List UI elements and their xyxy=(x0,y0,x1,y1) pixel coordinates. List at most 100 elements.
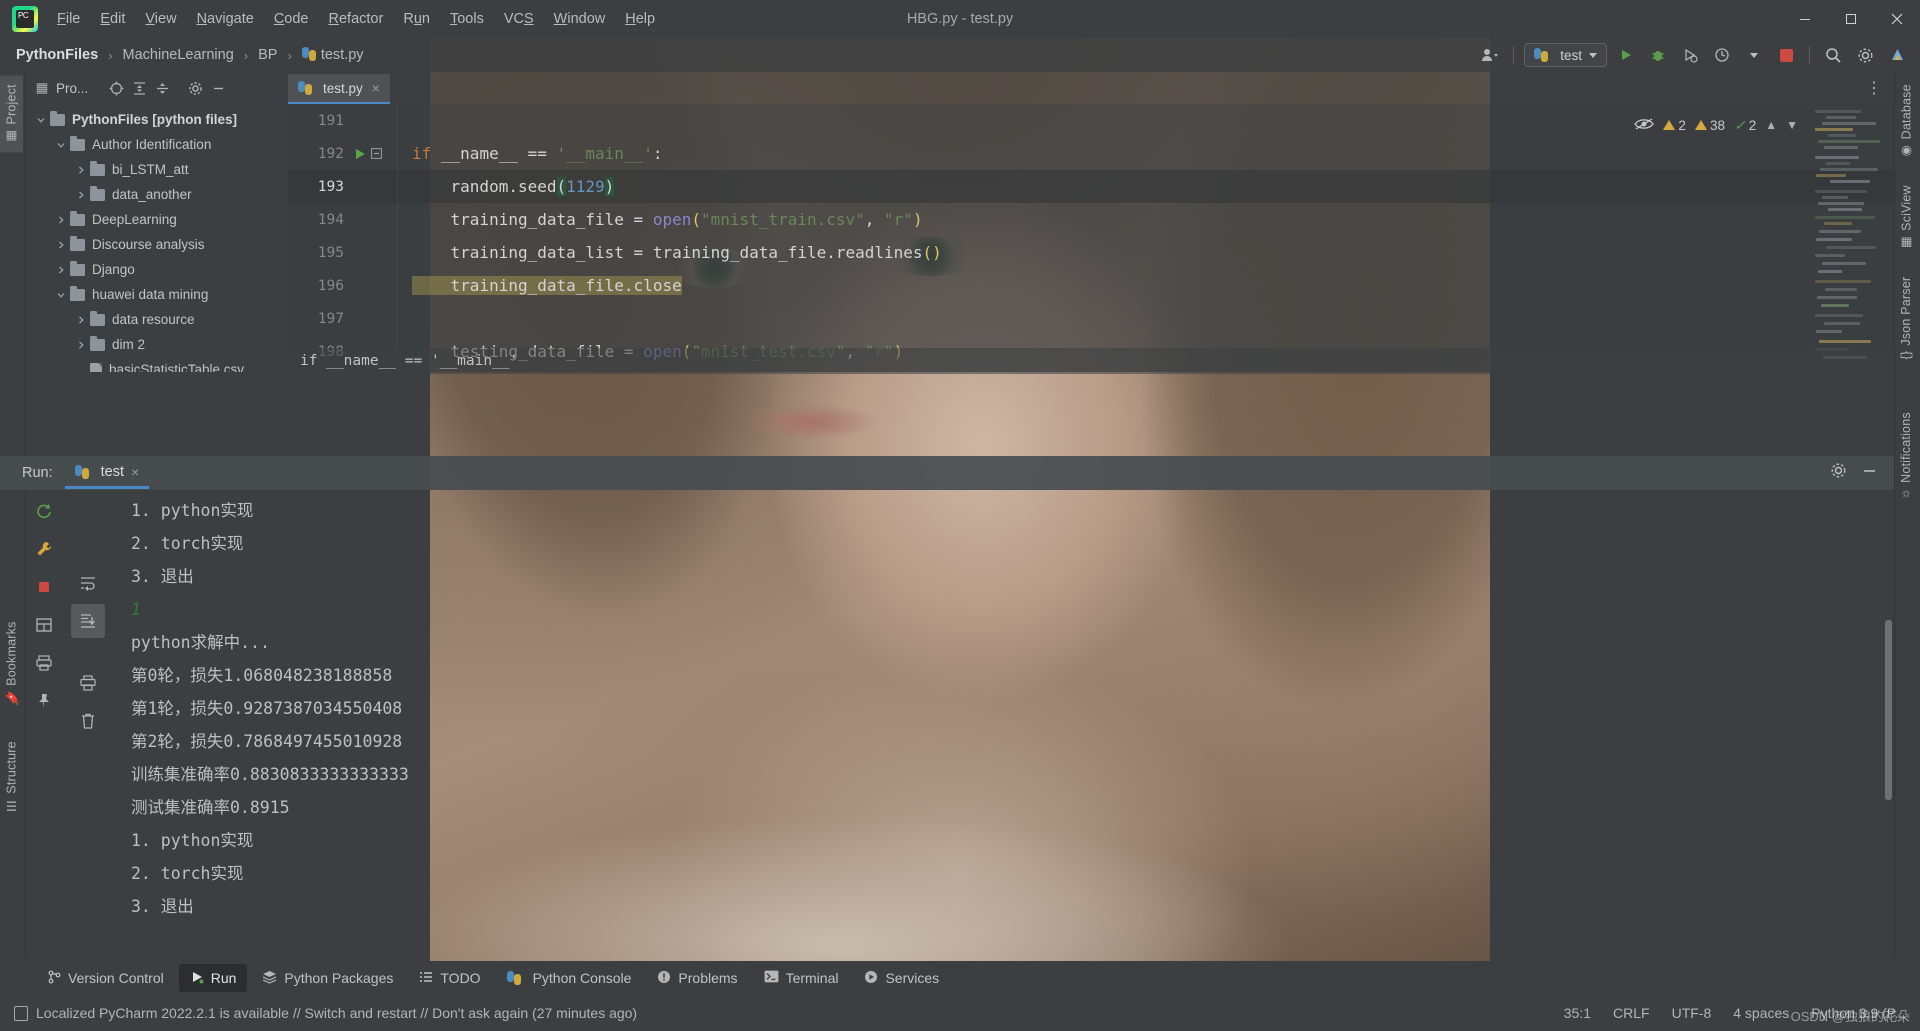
editor-code-area[interactable]: if __name__ == '__main__': random.seed(1… xyxy=(398,104,1894,372)
chevron-right-icon[interactable] xyxy=(54,238,68,252)
code-fold-icon[interactable] xyxy=(368,148,384,159)
chevron-right-icon[interactable] xyxy=(74,163,88,177)
layout-icon[interactable] xyxy=(27,608,61,642)
tree-node[interactable]: Author Identification xyxy=(26,132,288,157)
run-tab-test[interactable]: test × xyxy=(64,457,150,489)
breadcrumb-item-0[interactable]: PythonFiles xyxy=(10,45,104,65)
close-icon[interactable]: × xyxy=(372,80,380,96)
menu-refactor[interactable]: Refactor xyxy=(320,7,393,31)
code-line[interactable]: random.seed(1129) xyxy=(398,170,1894,203)
file-encoding[interactable]: UTF-8 xyxy=(1672,1005,1712,1021)
coverage-icon[interactable] xyxy=(1677,43,1703,67)
weak-warning-count-badge[interactable]: 38 xyxy=(1694,118,1725,133)
tree-node[interactable]: data resource xyxy=(26,307,288,332)
menu-run[interactable]: Run xyxy=(394,7,439,31)
chevron-right-icon[interactable] xyxy=(54,213,68,227)
menu-vcs[interactable]: VCS xyxy=(495,7,543,31)
print-icon[interactable] xyxy=(71,666,105,700)
sidebar-item-project[interactable]: ▦ Project xyxy=(0,76,23,153)
gutter-line[interactable]: 195 xyxy=(288,236,397,269)
menu-view[interactable]: View xyxy=(136,7,185,31)
code-line[interactable]: training_data_file.close xyxy=(398,269,1894,302)
menu-code[interactable]: Code xyxy=(265,7,318,31)
editor-gutter[interactable]: 191192193194195196197198199 xyxy=(288,104,398,372)
code-line[interactable] xyxy=(398,302,1894,335)
tree-node[interactable]: DeepLearning xyxy=(26,207,288,232)
tool-window-run[interactable]: Run xyxy=(178,964,248,992)
hide-icon[interactable] xyxy=(209,79,227,97)
chevron-down-icon[interactable] xyxy=(54,288,68,302)
tree-node[interactable]: basicStatisticTable.csv xyxy=(26,357,288,372)
inspection-eye-icon[interactable] xyxy=(1634,117,1655,134)
stop-icon[interactable] xyxy=(27,570,61,604)
more-run-icon[interactable] xyxy=(1741,43,1767,67)
wrench-icon[interactable] xyxy=(27,532,61,566)
tool-window-python-packages[interactable]: Python Packages xyxy=(251,964,404,992)
run-console-output[interactable]: 1. python实现 2. torch实现 3. 退出 1 python求解中... 第… xyxy=(106,490,1894,957)
tool-window-terminal[interactable]: Terminal xyxy=(753,964,850,992)
locate-icon[interactable] xyxy=(107,79,125,97)
chevron-right-icon[interactable] xyxy=(54,263,68,277)
tree-node[interactable]: huawei data mining xyxy=(26,282,288,307)
sidebar-item-database[interactable]: ◉ Database xyxy=(1895,76,1918,167)
code-line[interactable]: if __name__ == '__main__': xyxy=(398,137,1894,170)
ide-assistant-icon[interactable] xyxy=(1884,43,1910,67)
maximize-button[interactable] xyxy=(1828,0,1874,38)
chevron-up-icon[interactable]: ▲ xyxy=(1765,118,1777,132)
chevron-down-icon[interactable]: ▼ xyxy=(1786,118,1798,132)
caret-position[interactable]: 35:1 xyxy=(1564,1005,1591,1021)
pin-icon[interactable] xyxy=(27,684,61,718)
minimize-button[interactable] xyxy=(1782,0,1828,38)
sidebar-item-structure[interactable]: ☰ Structure xyxy=(0,733,23,822)
gutter-run-icon[interactable] xyxy=(352,148,368,160)
tree-node[interactable]: data_another xyxy=(26,182,288,207)
tree-node[interactable]: dim 2 xyxy=(26,332,288,357)
editor-tabs-options-icon[interactable]: ⋮ xyxy=(1866,78,1894,104)
run-icon[interactable] xyxy=(1613,43,1639,67)
gutter-line[interactable]: 196 xyxy=(288,269,397,302)
tree-node[interactable]: bi_LSTM_att xyxy=(26,157,288,182)
sidebar-item-notifications[interactable]: ☼ Notifications xyxy=(1895,404,1917,510)
sidebar-item-bookmarks[interactable]: 🔖 Bookmarks xyxy=(0,613,23,714)
menu-navigate[interactable]: Navigate xyxy=(188,7,263,31)
run-configuration-selector[interactable]: test xyxy=(1524,43,1607,67)
gutter-line[interactable]: 192 xyxy=(288,137,397,170)
close-icon[interactable]: × xyxy=(131,464,139,480)
status-message-group[interactable]: Localized PyCharm 2022.2.1 is available … xyxy=(14,1005,637,1021)
tool-window-todo[interactable]: TODO xyxy=(408,964,491,992)
collapse-all-icon[interactable] xyxy=(153,79,171,97)
tool-window-version-control[interactable]: Version Control xyxy=(36,964,175,992)
menu-file[interactable]: FFileile xyxy=(48,7,89,31)
stop-icon[interactable] xyxy=(1773,43,1799,67)
chevron-right-icon[interactable] xyxy=(74,188,88,202)
gutter-line[interactable]: 193 xyxy=(288,170,397,203)
settings-icon[interactable] xyxy=(1830,462,1847,484)
tool-window-services[interactable]: Services xyxy=(853,964,950,992)
tab-test-py[interactable]: test.py × xyxy=(288,74,390,104)
breadcrumb-item-1[interactable]: MachineLearning xyxy=(117,45,240,65)
breadcrumb-item-3[interactable]: test.py xyxy=(296,45,370,65)
breadcrumb-item-2[interactable]: BP xyxy=(252,45,283,65)
console-scrollbar[interactable] xyxy=(1885,620,1892,800)
menu-window[interactable]: Window xyxy=(545,7,615,31)
gutter-line[interactable]: 197 xyxy=(288,302,397,335)
tool-window-problems[interactable]: Problems xyxy=(646,964,748,992)
code-editor[interactable]: 191192193194195196197198199 if __name__ … xyxy=(288,104,1894,372)
debug-icon[interactable] xyxy=(1645,43,1671,67)
account-icon[interactable] xyxy=(1477,43,1503,67)
soft-wrap-icon[interactable] xyxy=(71,566,105,600)
search-icon[interactable] xyxy=(1820,43,1846,67)
chevron-right-icon[interactable] xyxy=(74,338,88,352)
settings-icon[interactable] xyxy=(1852,43,1878,67)
warning-count-badge[interactable]: 2 xyxy=(1663,118,1686,133)
minimize-icon[interactable] xyxy=(1861,462,1878,484)
menu-edit[interactable]: Edit xyxy=(91,7,134,31)
rerun-icon[interactable] xyxy=(27,494,61,528)
tree-node[interactable]: PythonFiles [python files] xyxy=(26,107,288,132)
menu-help[interactable]: Help xyxy=(616,7,664,31)
menu-tools[interactable]: Tools xyxy=(441,7,493,31)
code-line[interactable]: training_data_list = training_data_file.… xyxy=(398,236,1894,269)
scroll-to-end-icon[interactable] xyxy=(71,604,105,638)
sidebar-item-sciview[interactable]: ▦ SciView xyxy=(1895,177,1918,259)
chevron-down-icon[interactable] xyxy=(54,138,68,152)
